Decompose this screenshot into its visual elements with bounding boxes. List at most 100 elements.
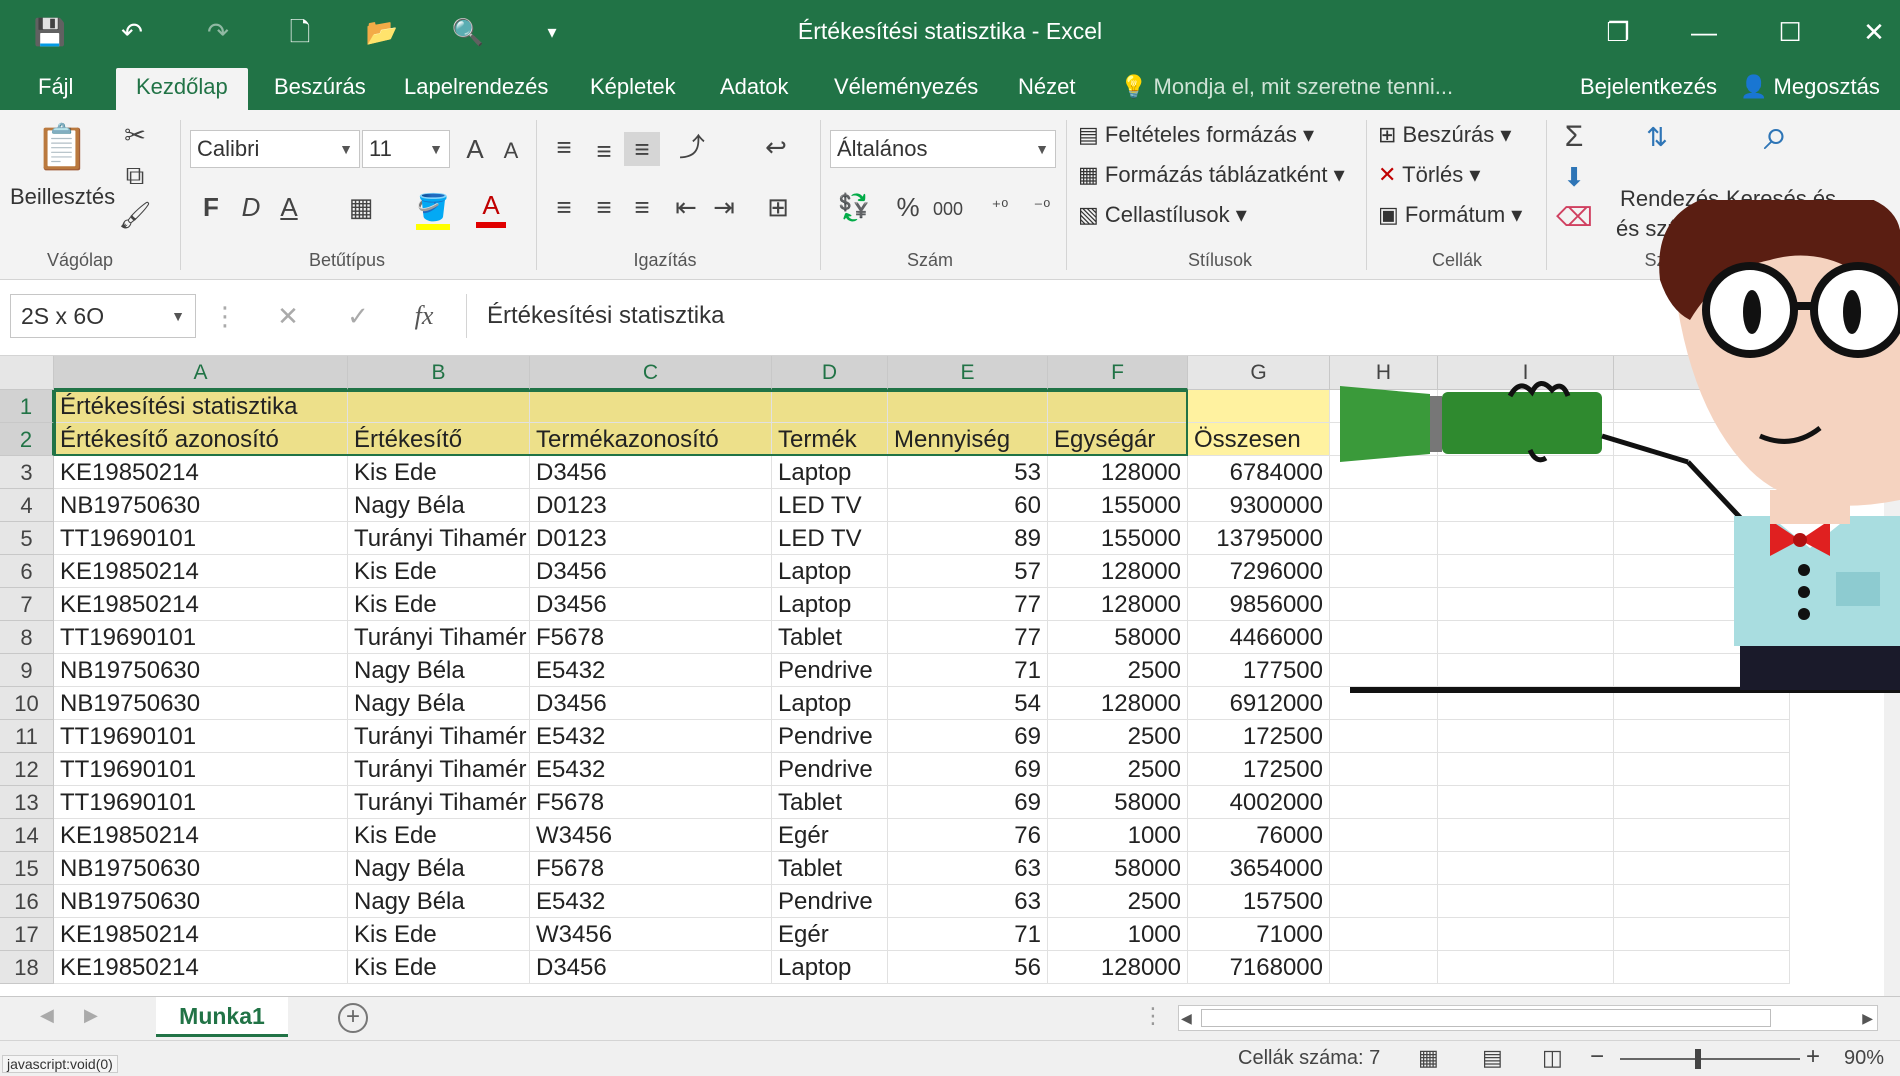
decrease-font-icon[interactable]: A bbox=[496, 134, 526, 168]
cell-d12[interactable]: Pendrive bbox=[772, 753, 888, 786]
cell-i15[interactable] bbox=[1438, 852, 1614, 885]
cell-b3[interactable]: Kis Ede bbox=[348, 456, 530, 489]
cell-a16[interactable]: NB19750630 bbox=[54, 885, 348, 918]
cell-f17[interactable]: 1000 bbox=[1048, 918, 1188, 951]
cell-g2[interactable]: Összesen bbox=[1188, 423, 1330, 456]
cell-g1[interactable] bbox=[1188, 390, 1330, 423]
cell-g18[interactable]: 7168000 bbox=[1188, 951, 1330, 984]
cell-e4[interactable]: 60 bbox=[888, 489, 1048, 522]
cell-b17[interactable]: Kis Ede bbox=[348, 918, 530, 951]
cell-f11[interactable]: 2500 bbox=[1048, 720, 1188, 753]
cell-g3[interactable]: 6784000 bbox=[1188, 456, 1330, 489]
cell-h1[interactable] bbox=[1330, 390, 1438, 423]
cell-i4[interactable] bbox=[1438, 489, 1614, 522]
zoom-out-button[interactable]: − bbox=[1590, 1043, 1604, 1071]
cell-g16[interactable]: 157500 bbox=[1188, 885, 1330, 918]
align-left-icon[interactable]: ≡ bbox=[546, 190, 582, 224]
cell-h18[interactable] bbox=[1330, 951, 1438, 984]
cell-d9[interactable]: Pendrive bbox=[772, 654, 888, 687]
cell-e10[interactable]: 54 bbox=[888, 687, 1048, 720]
cancel-entry-icon[interactable]: ✕ bbox=[268, 294, 308, 338]
scroll-left-icon[interactable]: ◀ bbox=[1181, 1006, 1192, 1030]
cell-h2[interactable] bbox=[1330, 423, 1438, 456]
cell-a11[interactable]: TT19690101 bbox=[54, 720, 348, 753]
cell-c6[interactable]: D3456 bbox=[530, 555, 772, 588]
cell-j3[interactable] bbox=[1614, 456, 1790, 489]
close-button[interactable]: ✕ bbox=[1846, 10, 1900, 54]
cell-a17[interactable]: KE19850214 bbox=[54, 918, 348, 951]
align-middle-icon[interactable]: ≡ bbox=[586, 134, 622, 168]
cell-h4[interactable] bbox=[1330, 489, 1438, 522]
cell-f15[interactable]: 58000 bbox=[1048, 852, 1188, 885]
cell-a6[interactable]: KE19850214 bbox=[54, 555, 348, 588]
sort-filter-icon[interactable]: ⇅ bbox=[1632, 120, 1682, 154]
wrap-text-icon[interactable]: ↩ bbox=[758, 130, 794, 164]
tab-file[interactable]: Fájl bbox=[18, 68, 93, 110]
cell-j12[interactable] bbox=[1614, 753, 1790, 786]
cell-f7[interactable]: 128000 bbox=[1048, 588, 1188, 621]
column-header-i[interactable]: I bbox=[1438, 356, 1614, 390]
cell-e13[interactable]: 69 bbox=[888, 786, 1048, 819]
cell-c8[interactable]: F5678 bbox=[530, 621, 772, 654]
formula-input[interactable]: Értékesítési statisztika bbox=[466, 294, 1886, 338]
cell-e6[interactable]: 57 bbox=[888, 555, 1048, 588]
cell-f13[interactable]: 58000 bbox=[1048, 786, 1188, 819]
tab-split-handle[interactable]: ⋮ bbox=[1142, 1003, 1164, 1029]
cell-h3[interactable] bbox=[1330, 456, 1438, 489]
column-header-f[interactable]: F bbox=[1048, 356, 1188, 390]
cell-c13[interactable]: F5678 bbox=[530, 786, 772, 819]
cell-a18[interactable]: KE19850214 bbox=[54, 951, 348, 984]
cell-j10[interactable] bbox=[1614, 687, 1790, 720]
font-size-select[interactable]: 11 ▼ bbox=[362, 130, 450, 168]
align-right-icon[interactable]: ≡ bbox=[624, 190, 660, 224]
row-header[interactable]: 12 bbox=[0, 753, 54, 786]
page-layout-view-icon[interactable]: ▤ bbox=[1482, 1045, 1503, 1071]
row-header[interactable]: 6 bbox=[0, 555, 54, 588]
cell-e16[interactable]: 63 bbox=[888, 885, 1048, 918]
cell-c14[interactable]: W3456 bbox=[530, 819, 772, 852]
cell-i10[interactable] bbox=[1438, 687, 1614, 720]
increase-indent-icon[interactable]: ⇥ bbox=[706, 190, 742, 224]
cell-g5[interactable]: 13795000 bbox=[1188, 522, 1330, 555]
cell-j14[interactable] bbox=[1614, 819, 1790, 852]
align-bottom-icon[interactable]: ≡ bbox=[624, 132, 660, 166]
cell-c3[interactable]: D3456 bbox=[530, 456, 772, 489]
cell-e15[interactable]: 63 bbox=[888, 852, 1048, 885]
cell-i7[interactable] bbox=[1438, 588, 1614, 621]
copy-icon[interactable]: ⧉ bbox=[118, 158, 152, 192]
cell-i17[interactable] bbox=[1438, 918, 1614, 951]
cell-d3[interactable]: Laptop bbox=[772, 456, 888, 489]
cell-b13[interactable]: Turányi Tihamér bbox=[348, 786, 530, 819]
align-top-icon[interactable]: ≡ bbox=[546, 130, 582, 164]
cell-f6[interactable]: 128000 bbox=[1048, 555, 1188, 588]
select-all-corner[interactable] bbox=[0, 356, 54, 390]
cell-b8[interactable]: Turányi Tihamér bbox=[348, 621, 530, 654]
worksheet-grid[interactable]: A B C D E F G H I J 1 Értékesítési statisztika 2 Érté… bbox=[0, 356, 1900, 996]
cell-b16[interactable]: Nagy Béla bbox=[348, 885, 530, 918]
percent-style-button[interactable]: % bbox=[890, 190, 926, 224]
cell-i12[interactable] bbox=[1438, 753, 1614, 786]
tab-page-layout[interactable]: Lapelrendezés bbox=[384, 68, 568, 110]
cell-h11[interactable] bbox=[1330, 720, 1438, 753]
scroll-right-icon[interactable]: ▶ bbox=[1862, 1006, 1873, 1030]
cell-b7[interactable]: Kis Ede bbox=[348, 588, 530, 621]
cell-j4[interactable] bbox=[1614, 489, 1790, 522]
accounting-format-icon[interactable]: 💱 bbox=[834, 190, 874, 224]
cell-a14[interactable]: KE19850214 bbox=[54, 819, 348, 852]
zoom-slider[interactable] bbox=[1620, 1058, 1800, 1060]
cell-j16[interactable] bbox=[1614, 885, 1790, 918]
cell-c16[interactable]: E5432 bbox=[530, 885, 772, 918]
cell-a5[interactable]: TT19690101 bbox=[54, 522, 348, 555]
cell-h12[interactable] bbox=[1330, 753, 1438, 786]
cell-d16[interactable]: Pendrive bbox=[772, 885, 888, 918]
cell-d5[interactable]: LED TV bbox=[772, 522, 888, 555]
cell-h13[interactable] bbox=[1330, 786, 1438, 819]
cell-h17[interactable] bbox=[1330, 918, 1438, 951]
normal-view-icon[interactable]: ▦ bbox=[1418, 1045, 1439, 1071]
cell-d4[interactable]: LED TV bbox=[772, 489, 888, 522]
cell-j2[interactable] bbox=[1614, 423, 1790, 456]
column-header-a[interactable]: A bbox=[54, 356, 348, 390]
borders-icon[interactable]: ▦ bbox=[344, 190, 378, 224]
cell-h9[interactable] bbox=[1330, 654, 1438, 687]
cell-g13[interactable]: 4002000 bbox=[1188, 786, 1330, 819]
